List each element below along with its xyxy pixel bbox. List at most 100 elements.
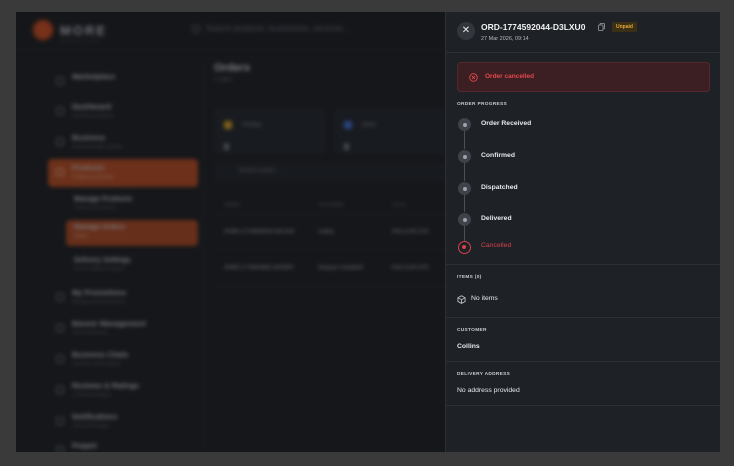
order-progress-label: ORDER PROGRESS <box>457 102 508 107</box>
customer-cell: Dwayne Campbell <box>318 264 363 271</box>
sidebar-item-label: Marketplace <box>72 72 116 81</box>
stat-label: Active <box>362 121 377 128</box>
divider <box>446 264 720 265</box>
step-dispatched: Dispatched <box>481 184 518 191</box>
sidebar-sub-label: Manage Orders <box>74 224 125 231</box>
sidebar-item-chats[interactable]: Business Chats Customer conversations <box>48 346 198 374</box>
orders-count: 2 orders <box>214 77 233 83</box>
sidebar-item-sub: Customer feedback <box>72 392 112 397</box>
app-window: MORE MARKETPLACE Search products, busine… <box>16 12 720 452</box>
sidebar-item-sub: Products & inventory <box>72 174 114 179</box>
truck-icon <box>344 120 352 129</box>
sidebar-sub-desc: Orders <box>74 233 88 238</box>
sidebar-sub-desc: Products & inventory <box>74 205 116 210</box>
drawer-header: ✕ ORD-1774592044-D3LXU0 Unpaid 27 Mar 20… <box>446 12 720 53</box>
divider <box>446 405 720 406</box>
sidebar-item-sub: Manage active promotions <box>72 299 125 304</box>
sidebar-item-notifications[interactable]: Notifications Alerts & messages <box>48 408 198 436</box>
timeline-connector <box>464 130 465 149</box>
sidebar-item-marketplace[interactable]: Marketplace <box>48 68 198 96</box>
table-row[interactable]: #ORD-1774592044-D3LXU0 Collins KSh 4,247… <box>214 214 454 250</box>
step-dot <box>458 118 471 131</box>
table-row[interactable]: #ORD-1774524481-6KS0RT Dwayne Campbell K… <box>214 250 454 286</box>
sidebar-item-label: Notifications <box>72 412 118 421</box>
clock-icon <box>224 120 232 129</box>
dashboard-icon <box>56 107 64 115</box>
step-confirmed: Confirmed <box>481 152 515 159</box>
alert-message: Order cancelled <box>485 73 535 80</box>
sidebar-item-label: Business <box>72 133 106 142</box>
delivery-address-label: DELIVERY ADDRESS <box>457 372 511 377</box>
cancelled-alert: Order cancelled <box>457 62 710 92</box>
step-dot <box>458 150 471 163</box>
customer-label: CUSTOMER <box>457 328 487 333</box>
x-circle-icon <box>469 73 478 82</box>
sidebar-item-label: Reviews & Ratings <box>72 381 140 390</box>
sidebar-item-label: My Promotions <box>72 288 127 297</box>
orders-search-input[interactable]: Search orders... <box>214 162 454 182</box>
customer-cell: Collins <box>318 228 335 235</box>
sidebar-sub-delivery-settings[interactable]: Delivery Settings Fees & fulfillment opt… <box>66 253 198 279</box>
brand-name: MORE <box>60 22 107 38</box>
sidebar-item-label: Poppie <box>72 441 98 450</box>
order-cell: #ORD-1774592044-D3LXU0 <box>224 228 295 235</box>
timeline-connector <box>464 194 465 212</box>
sidebar-item-label: Business Chats <box>72 350 129 359</box>
logo-icon <box>32 19 54 41</box>
column-header[interactable]: CUSTOMER <box>318 202 392 207</box>
sidebar-sub-manage-orders[interactable]: Manage Orders Orders <box>66 220 198 246</box>
image-icon <box>56 324 64 332</box>
sidebar-item-sub: Alerts & messages <box>72 423 110 428</box>
divider <box>446 317 720 318</box>
timeline-connector <box>464 225 465 241</box>
sidebar-sub-label: Manage Products <box>74 196 133 203</box>
copy-icon[interactable] <box>598 23 605 31</box>
stat-value: 0 <box>224 142 230 152</box>
items-empty-text: No items <box>471 295 498 302</box>
close-icon: ✕ <box>461 25 471 36</box>
sidebar-item-sub: Customer conversations <box>72 361 121 366</box>
megaphone-icon <box>56 293 64 301</box>
sidebar-item-sub: Business profile & details <box>72 144 123 149</box>
items-label: ITEMS (0) <box>457 275 482 280</box>
sidebar-sub-desc: Fees & fulfillment options <box>74 266 125 271</box>
sidebar-item-sub: Overview & analytics <box>72 113 114 118</box>
sidebar-item-label: Dashboard <box>72 102 112 111</box>
close-button[interactable]: ✕ <box>457 22 475 40</box>
stat-label: Pending <box>242 121 261 128</box>
sidebar-item-reviews[interactable]: Reviews & Ratings Customer feedback <box>48 377 198 405</box>
sidebar-item-promotions[interactable]: My Promotions Manage active promotions <box>48 284 198 312</box>
timeline-connector <box>464 162 465 181</box>
sidebar-item-poppie[interactable]: Poppie <box>48 437 198 452</box>
step-delivered: Delivered <box>481 215 512 222</box>
package-icon <box>457 295 466 304</box>
sidebar-item-dashboard[interactable]: Dashboard Overview & analytics <box>48 98 198 126</box>
payment-status-badge: Unpaid <box>612 22 637 32</box>
sidebar: Marketplace Dashboard Overview & analyti… <box>44 62 204 452</box>
sidebar-item-business[interactable]: Business Business profile & details <box>48 129 198 157</box>
brand-subtitle: MARKETPLACE <box>60 38 101 43</box>
sidebar-sub-manage-products[interactable]: Manage Products Products & inventory <box>66 192 198 218</box>
delivery-address-value: No address provided <box>457 387 520 394</box>
box-icon <box>56 168 64 176</box>
global-search[interactable]: Search products, businesses, services... <box>192 24 349 33</box>
sidebar-item-banners[interactable]: Banner Management Ads & promotions <box>48 315 198 343</box>
order-cell: #ORD-1774524481-6KS0RT <box>224 264 295 271</box>
step-dot <box>458 213 471 226</box>
sidebar-item-label: Products <box>72 163 105 172</box>
order-date: 27 Mar 2026, 09:14 <box>481 36 529 42</box>
sidebar-item-sub: Ads & promotions <box>72 330 108 335</box>
column-header[interactable]: ORDER <box>214 202 318 207</box>
step-dot <box>458 182 471 195</box>
bot-icon <box>56 446 64 452</box>
orders-table: ORDER CUSTOMER TOTAL #ORD-1774592044-D3L… <box>214 196 454 286</box>
sidebar-item-products[interactable]: Products Products & inventory <box>48 159 198 187</box>
order-details-drawer: ✕ ORD-1774592044-D3LXU0 Unpaid 27 Mar 20… <box>445 12 720 452</box>
global-search-placeholder: Search products, businesses, services... <box>206 24 350 33</box>
store-icon <box>56 77 64 85</box>
stat-card-active: Active 0 <box>334 108 446 154</box>
step-cancelled: Cancelled <box>481 242 512 249</box>
table-header: ORDER CUSTOMER TOTAL <box>214 196 454 214</box>
step-order-received: Order Received <box>481 120 532 127</box>
sidebar-sub-label: Delivery Settings <box>74 257 131 264</box>
